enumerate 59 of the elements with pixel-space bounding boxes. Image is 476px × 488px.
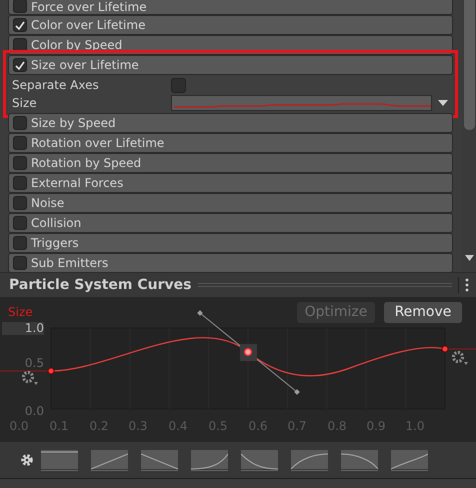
checkbox[interactable] (13, 196, 27, 210)
preset-thumbnail[interactable] (291, 450, 328, 470)
module-row[interactable]: External Forces (8, 173, 453, 193)
module-row[interactable]: Noise (8, 193, 453, 213)
module-label: Force over Lifetime (31, 0, 147, 14)
module-row[interactable]: Force over Lifetime (8, 0, 453, 15)
checkbox[interactable] (171, 78, 186, 92)
module-label: External Forces (31, 175, 124, 192)
preset-thumbnail[interactable] (391, 450, 428, 470)
remove-button[interactable]: Remove (384, 302, 462, 323)
module-label: Sub Emitters (31, 255, 108, 272)
module-label: Rotation by Speed (31, 155, 142, 172)
module-label: Noise (31, 195, 64, 212)
checkbox[interactable] (13, 256, 27, 270)
preset-thumbnail[interactable] (41, 450, 78, 470)
module-row[interactable]: Color over Lifetime (8, 15, 453, 35)
preset-thumbnail[interactable] (91, 450, 128, 470)
preset-thumbnail[interactable] (241, 450, 278, 470)
module-label: Triggers (31, 235, 79, 252)
scroll-down-icon[interactable] (465, 255, 474, 261)
checkbox[interactable] (13, 116, 27, 130)
checkbox[interactable] (13, 136, 27, 150)
gear-icon[interactable] (452, 350, 468, 365)
checkbox[interactable] (13, 58, 27, 72)
checkbox[interactable] (13, 18, 27, 32)
module-row[interactable]: Rotation by Speed (8, 153, 453, 173)
preset-thumbnail[interactable] (341, 450, 378, 470)
property-label: Size (12, 95, 38, 112)
module-label: Size by Speed (31, 115, 116, 132)
module-row[interactable]: Triggers (8, 233, 453, 253)
checkbox[interactable] (13, 216, 27, 230)
dropdown-icon[interactable] (438, 100, 448, 106)
panel-title: Particle System Curves (9, 276, 192, 294)
preset-thumbnail[interactable] (191, 450, 228, 470)
module-row[interactable]: Rotation over Lifetime (8, 133, 453, 153)
module-row[interactable]: Sub Emitters (8, 253, 453, 272)
property-label: Separate Axes (12, 77, 100, 94)
key-point[interactable] (442, 346, 448, 352)
axis-label: 0.5 (24, 357, 44, 370)
key-point[interactable] (48, 368, 54, 374)
module-label: Color over Lifetime (31, 17, 146, 34)
module-label: Collision (31, 215, 82, 232)
preset-thumbnail[interactable] (141, 450, 178, 470)
gear-icon[interactable] (22, 370, 38, 385)
curve-field[interactable] (171, 95, 432, 111)
module-label: Size over Lifetime (31, 57, 139, 74)
axis-label: 0.0 (24, 405, 44, 418)
checkbox[interactable] (13, 156, 27, 170)
module-row[interactable]: Collision (8, 213, 453, 233)
module-label: Rotation over Lifetime (31, 135, 164, 152)
module-row[interactable]: Size over Lifetime (8, 55, 453, 75)
checkbox[interactable] (13, 236, 27, 250)
axis-label[interactable]: 1.0 (2, 322, 44, 335)
checkbox[interactable] (13, 176, 27, 190)
settings-icon[interactable] (20, 453, 34, 467)
curve-label: Size (8, 304, 33, 321)
checkbox[interactable] (13, 0, 27, 13)
module-row[interactable]: Size by Speed (8, 113, 453, 133)
tangent-handle[interactable] (197, 310, 300, 395)
